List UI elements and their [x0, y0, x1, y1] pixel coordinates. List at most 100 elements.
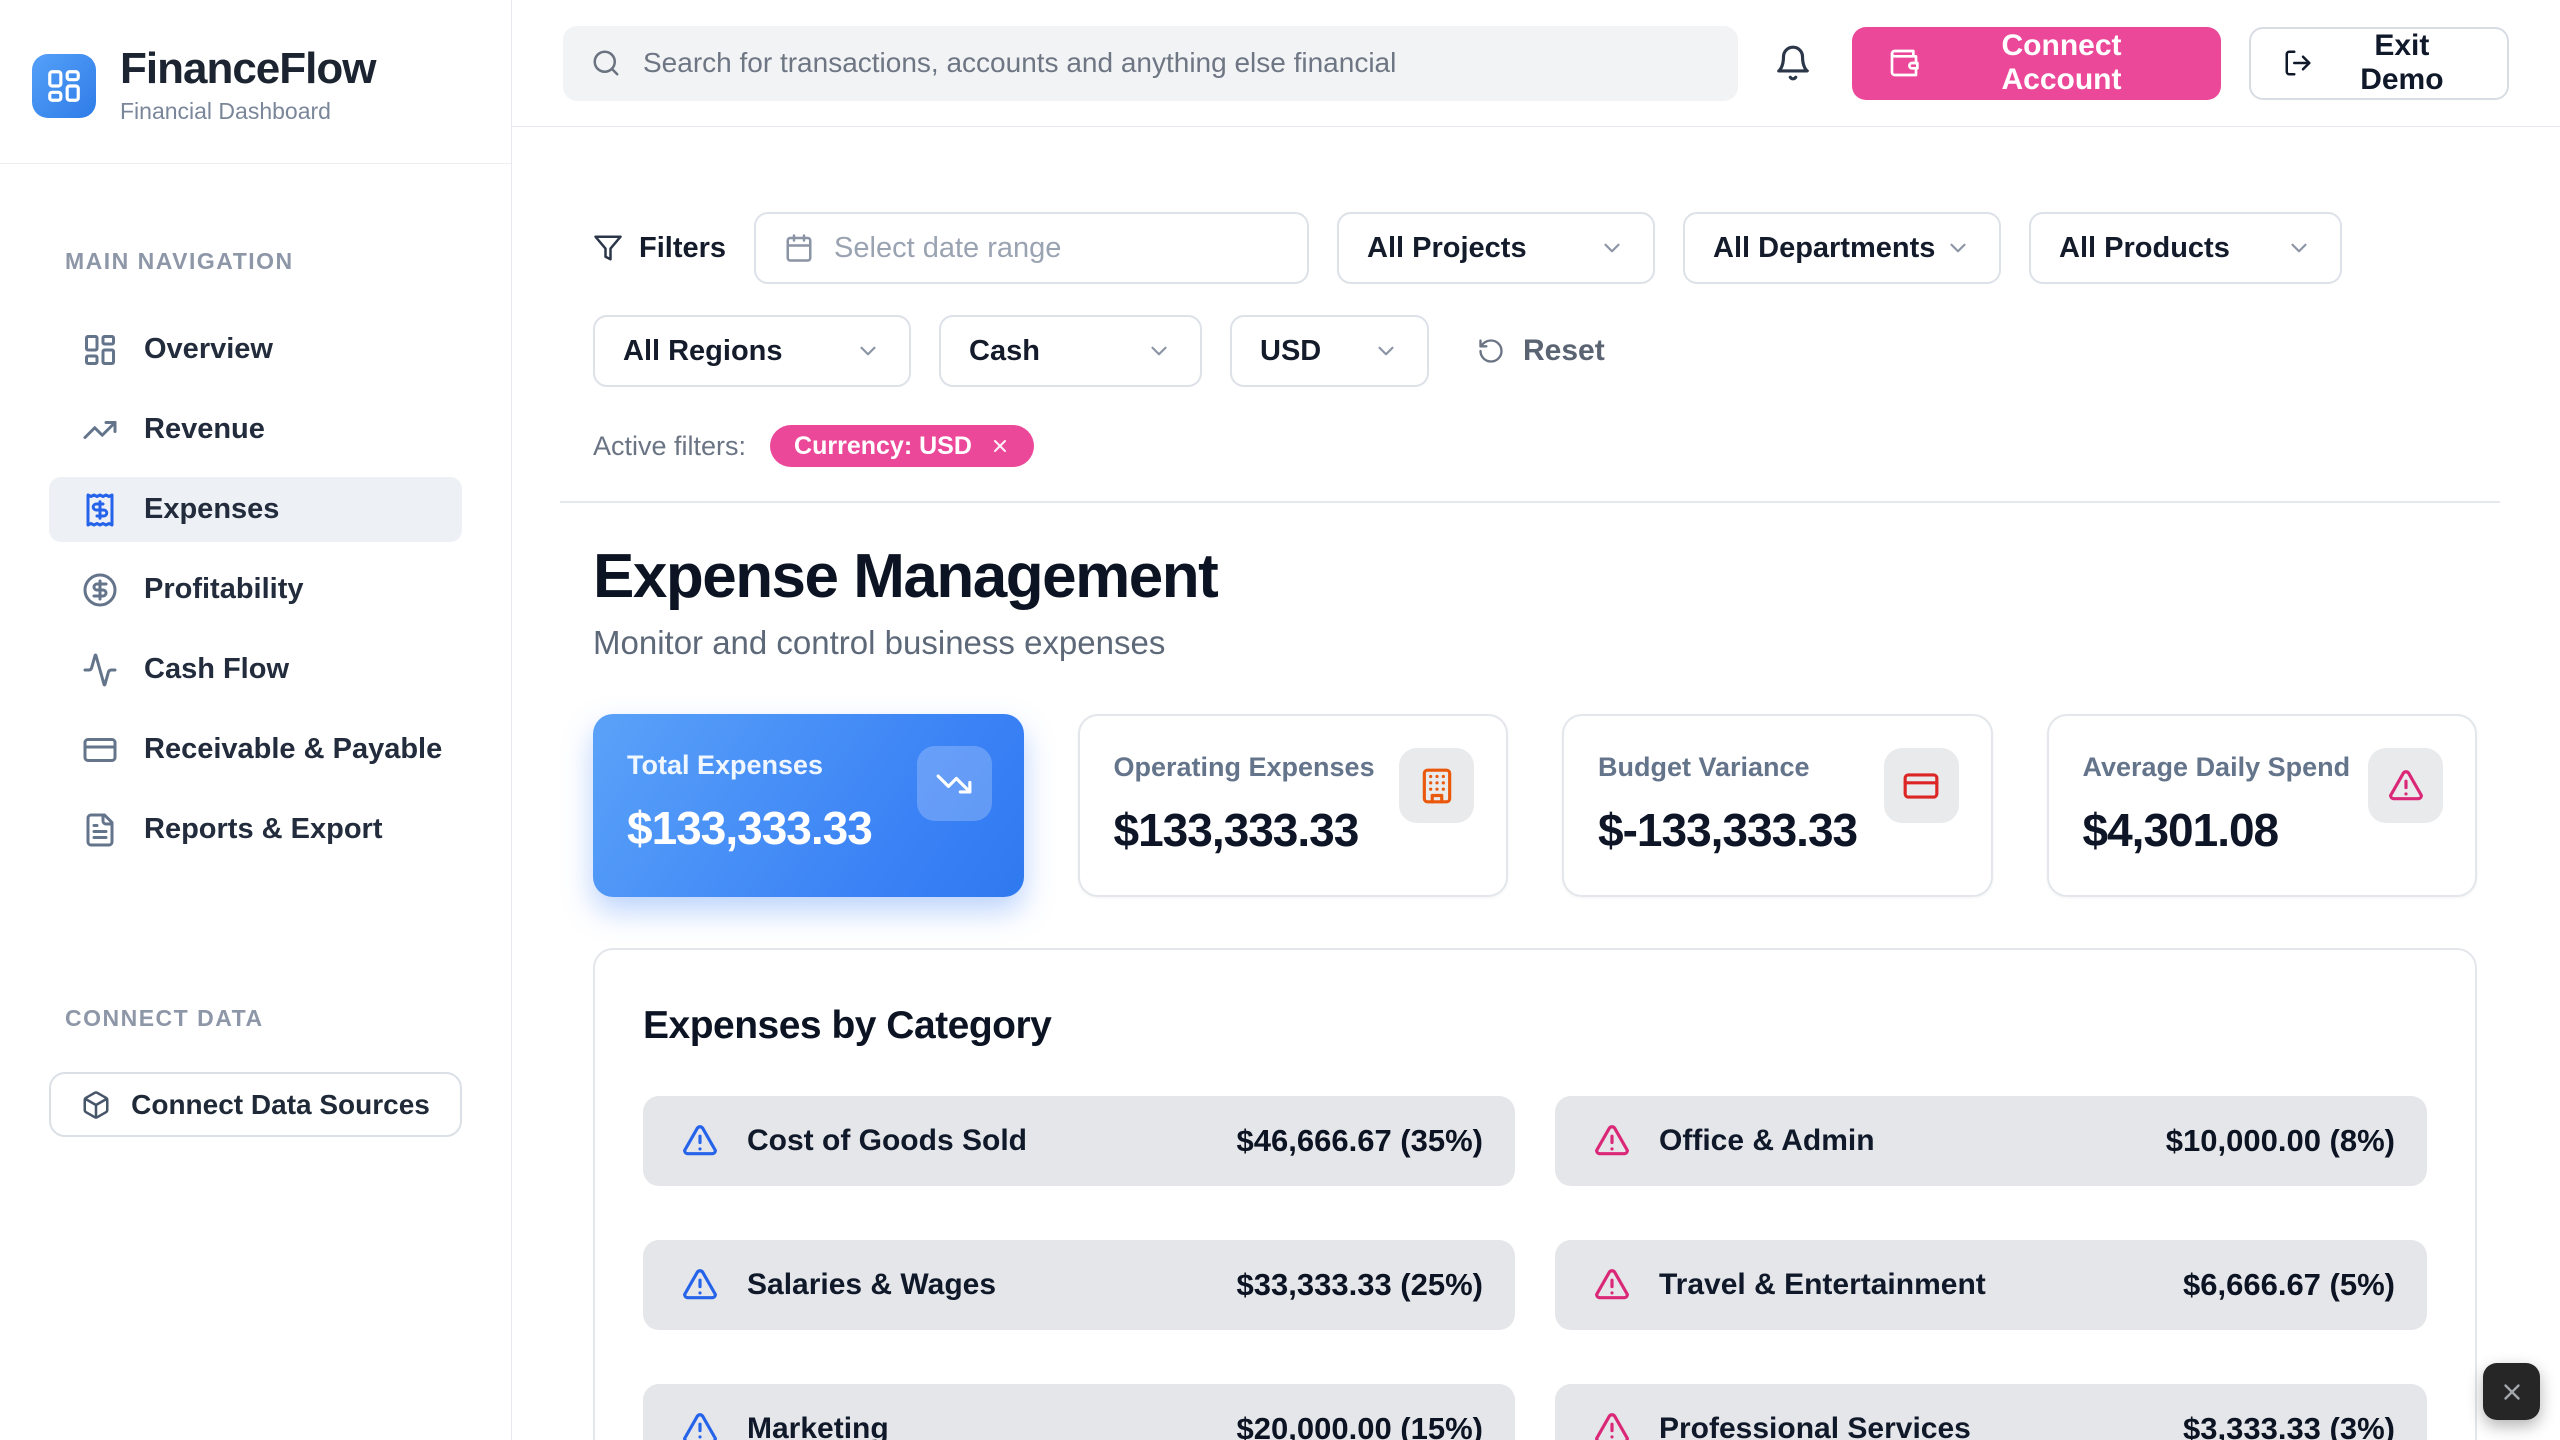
section-divider [560, 501, 2500, 503]
regions-dropdown-value: All Regions [623, 335, 783, 368]
category-item-salaries-wages[interactable]: Salaries & Wages $33,333.33 (25%) [643, 1240, 1515, 1330]
sidebar-item-label: Expenses [144, 493, 279, 526]
connect-section-label: CONNECT DATA [65, 1005, 511, 1032]
category-item-cost-of-goods-sold[interactable]: Cost of Goods Sold $46,666.67 (35%) [643, 1096, 1515, 1186]
connect-data-sources-button[interactable]: Connect Data Sources [49, 1072, 462, 1137]
stat-card-total-expenses[interactable]: Total Expenses $133,333.33 [593, 714, 1024, 897]
content-area: Connect Account Exit Demo Filters Select… [512, 0, 2560, 1440]
alert-triangle-icon [681, 1410, 719, 1440]
trending-up-icon [82, 412, 118, 448]
credit-card-icon [1884, 748, 1959, 823]
alert-triangle-icon [1593, 1266, 1631, 1304]
category-amount: $6,666.67 (5%) [2183, 1267, 2395, 1303]
cube-icon [81, 1090, 111, 1120]
reset-filters-button[interactable]: Reset [1477, 334, 1605, 368]
sidebar-item-label: Cash Flow [144, 653, 289, 686]
reset-label: Reset [1523, 334, 1605, 368]
connect-button-label: Connect Data Sources [131, 1089, 430, 1121]
chip-label: Currency: USD [794, 432, 972, 461]
active-filters-label: Active filters: [593, 431, 746, 462]
active-filter-chip-currency[interactable]: Currency: USD [770, 425, 1034, 467]
currency-dropdown-value: USD [1260, 335, 1321, 368]
close-icon[interactable] [990, 436, 1010, 456]
payment-method-value: Cash [969, 335, 1040, 368]
main-navigation: Overview Revenue Expenses Profitability … [0, 317, 511, 877]
stat-card-budget-variance[interactable]: Budget Variance $-133,333.33 [1562, 714, 1993, 897]
category-amount: $3,333.33 (3%) [2183, 1411, 2395, 1440]
credit-card-icon [82, 732, 118, 768]
category-list: Cost of Goods Sold $46,666.67 (35%) Offi… [643, 1096, 2427, 1440]
products-dropdown[interactable]: All Products [2029, 212, 2342, 284]
chevron-down-icon [1146, 338, 1172, 364]
top-bar: Connect Account Exit Demo [512, 0, 2560, 127]
brand-text: FinanceFlow Financial Dashboard [120, 46, 375, 125]
category-section-title: Expenses by Category [643, 1004, 2427, 1048]
search-icon [591, 48, 621, 78]
building-icon [1399, 748, 1474, 823]
sidebar-item-label: Reports & Export [144, 813, 382, 846]
category-amount: $20,000.00 (15%) [1237, 1411, 1483, 1440]
departments-dropdown-value: All Departments [1713, 232, 1935, 265]
alert-triangle-icon [1593, 1122, 1631, 1160]
sidebar-item-cash-flow[interactable]: Cash Flow [49, 637, 462, 702]
search-bar [563, 26, 1738, 101]
filters-row-2: All Regions Cash USD Reset [593, 315, 2477, 387]
sidebar-item-revenue[interactable]: Revenue [49, 397, 462, 462]
products-dropdown-value: All Products [2059, 232, 2230, 265]
currency-dropdown[interactable]: USD [1230, 315, 1429, 387]
close-overlay-button[interactable] [2483, 1363, 2540, 1420]
date-range-picker[interactable]: Select date range [754, 212, 1309, 284]
category-item-marketing[interactable]: Marketing $20,000.00 (15%) [643, 1384, 1515, 1440]
page-subtitle: Monitor and control business expenses [593, 624, 2477, 662]
app-window: FinanceFlow Financial Dashboard MAIN NAV… [0, 0, 2560, 1440]
sidebar-item-label: Receivable & Payable [144, 733, 442, 766]
search-input[interactable] [643, 47, 1710, 79]
filters-label: Filters [639, 232, 726, 265]
dashboard-icon [82, 332, 118, 368]
filters-title: Filters [593, 232, 726, 265]
connect-account-label: Connect Account [1938, 29, 2185, 97]
sidebar-item-expenses[interactable]: Expenses [49, 477, 462, 542]
date-range-placeholder: Select date range [834, 232, 1061, 265]
exit-demo-button[interactable]: Exit Demo [2249, 27, 2509, 100]
file-text-icon [82, 812, 118, 848]
category-amount: $10,000.00 (8%) [2166, 1123, 2395, 1159]
sidebar: FinanceFlow Financial Dashboard MAIN NAV… [0, 0, 512, 1440]
trending-down-icon [917, 746, 992, 821]
app-logo-icon [32, 54, 96, 118]
sidebar-item-label: Profitability [144, 573, 304, 606]
category-amount: $46,666.67 (35%) [1237, 1123, 1483, 1159]
alert-triangle-icon [2368, 748, 2443, 823]
filter-funnel-icon [593, 233, 623, 263]
chevron-down-icon [2286, 235, 2312, 261]
projects-dropdown[interactable]: All Projects [1337, 212, 1655, 284]
departments-dropdown[interactable]: All Departments [1683, 212, 2001, 284]
sidebar-item-profitability[interactable]: Profitability [49, 557, 462, 622]
activity-icon [82, 652, 118, 688]
connect-account-button[interactable]: Connect Account [1852, 27, 2221, 100]
receipt-icon [82, 492, 118, 528]
payment-method-dropdown[interactable]: Cash [939, 315, 1202, 387]
sidebar-item-label: Overview [144, 333, 273, 366]
category-amount: $33,333.33 (25%) [1237, 1267, 1483, 1303]
sidebar-item-reports-export[interactable]: Reports & Export [49, 797, 462, 862]
calendar-icon [784, 233, 814, 263]
category-name: Travel & Entertainment [1659, 1268, 1986, 1302]
sidebar-item-receivable-payable[interactable]: Receivable & Payable [49, 717, 462, 782]
category-item-professional-services[interactable]: Professional Services $3,333.33 (3%) [1555, 1384, 2427, 1440]
projects-dropdown-value: All Projects [1367, 232, 1527, 265]
stat-card-average-daily-spend[interactable]: Average Daily Spend $4,301.08 [2047, 714, 2478, 897]
chevron-down-icon [1945, 235, 1971, 261]
category-name: Professional Services [1659, 1412, 1971, 1440]
chevron-down-icon [1599, 235, 1625, 261]
notifications-button[interactable] [1764, 34, 1822, 92]
brand-tagline: Financial Dashboard [120, 98, 375, 125]
category-item-office-admin[interactable]: Office & Admin $10,000.00 (8%) [1555, 1096, 2427, 1186]
category-item-travel-entertainment[interactable]: Travel & Entertainment $6,666.67 (5%) [1555, 1240, 2427, 1330]
stat-card-operating-expenses[interactable]: Operating Expenses $133,333.33 [1078, 714, 1509, 897]
alert-triangle-icon [681, 1266, 719, 1304]
nav-section-label: MAIN NAVIGATION [65, 248, 511, 275]
alert-triangle-icon [1593, 1410, 1631, 1440]
sidebar-item-overview[interactable]: Overview [49, 317, 462, 382]
regions-dropdown[interactable]: All Regions [593, 315, 911, 387]
